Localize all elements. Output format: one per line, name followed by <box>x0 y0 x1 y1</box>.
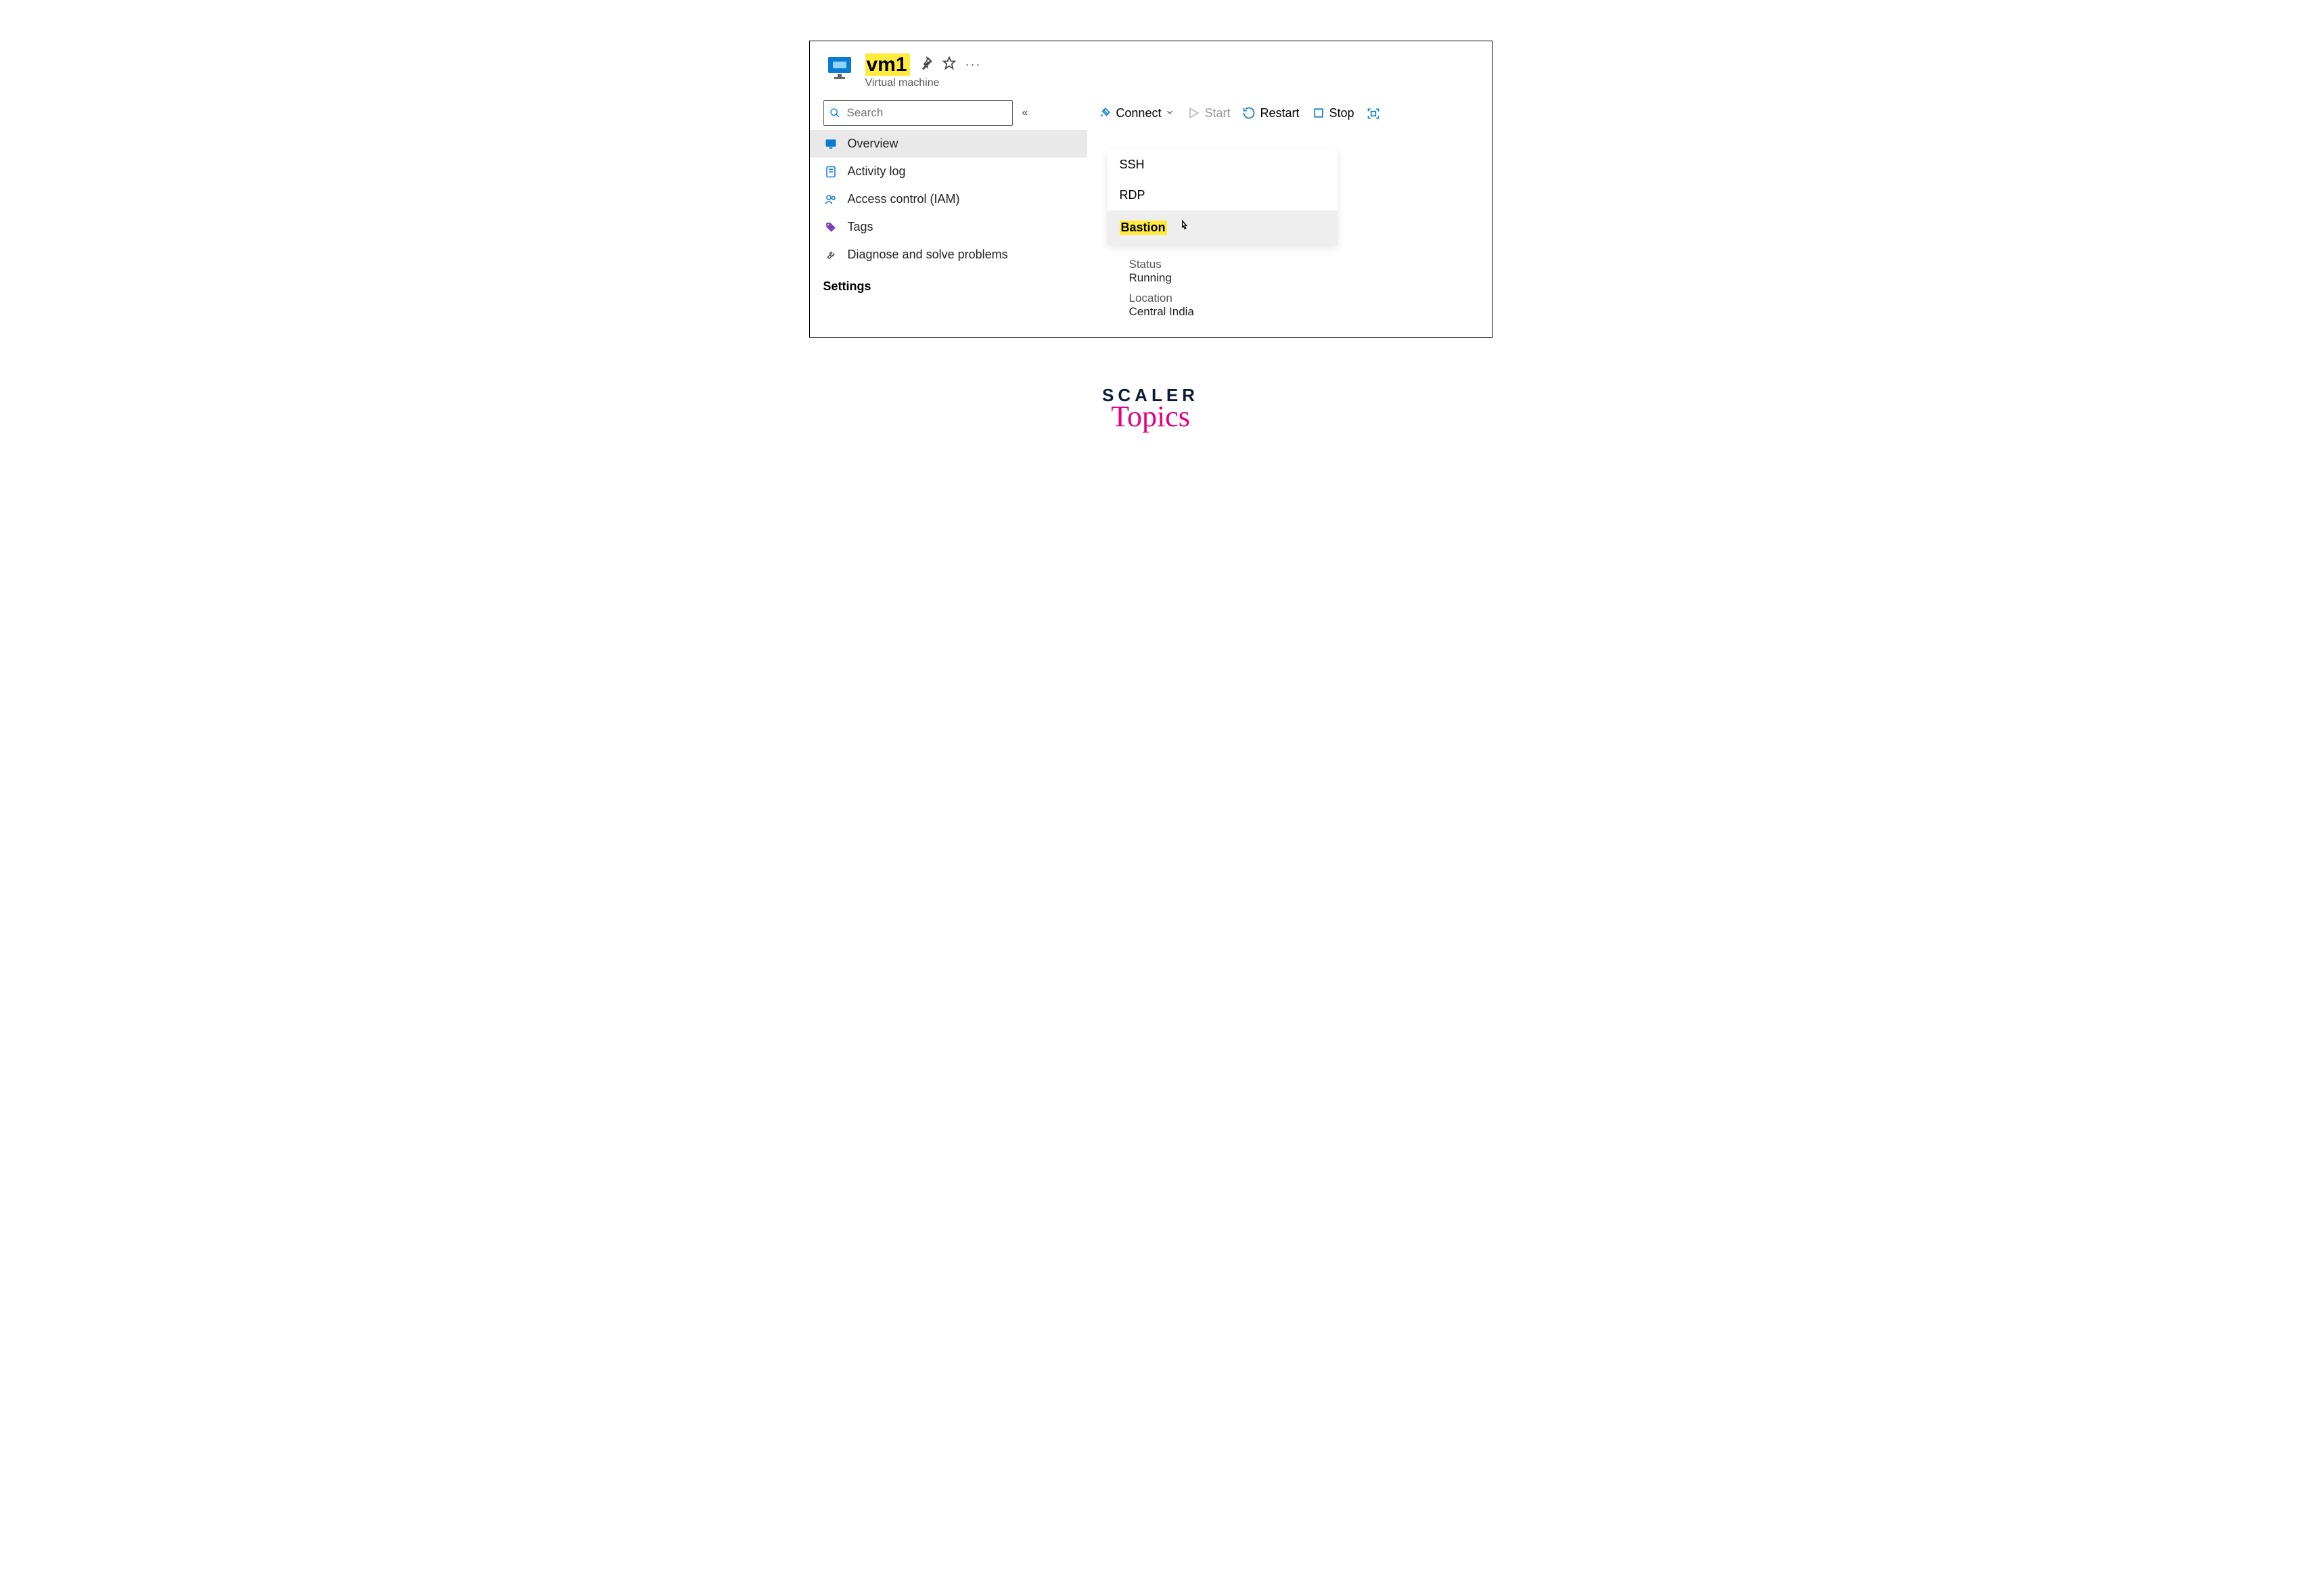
wrench-icon <box>823 249 838 261</box>
nav-tags[interactable]: Tags <box>810 213 1087 241</box>
pin-icon[interactable] <box>919 56 933 73</box>
status-value: Running <box>1129 271 1194 285</box>
connect-icon <box>1098 106 1112 120</box>
connect-option-ssh[interactable]: SSH <box>1108 150 1338 180</box>
connect-button[interactable]: Connect <box>1098 106 1175 120</box>
restart-icon <box>1242 106 1256 120</box>
capture-icon <box>1367 106 1380 120</box>
nav-overview[interactable]: Overview <box>810 130 1087 158</box>
rdp-label: RDP <box>1120 188 1145 202</box>
search-toolbar-row: « Connect Start <box>810 93 1492 126</box>
nav-activity-label: Activity log <box>848 164 906 179</box>
nav-diagnose[interactable]: Diagnose and solve problems <box>810 241 1087 269</box>
nav-tags-label: Tags <box>848 220 873 234</box>
footer-logo: SCALER Topics <box>1102 385 1199 434</box>
tag-icon <box>823 221 838 233</box>
chevron-down-icon <box>1165 106 1175 120</box>
play-icon <box>1187 106 1200 120</box>
logo-topics: Topics <box>1102 399 1199 434</box>
status-label: Status <box>1129 258 1194 271</box>
nav-iam-label: Access control (IAM) <box>848 192 960 206</box>
connect-option-bastion[interactable]: Bastion <box>1108 210 1338 245</box>
nav-section-settings: Settings <box>810 269 1087 296</box>
restart-button[interactable]: Restart <box>1242 106 1299 120</box>
pointer-cursor-icon <box>1178 219 1191 237</box>
nav-overview-label: Overview <box>848 137 898 151</box>
search-icon <box>829 108 840 118</box>
nav-activity-log[interactable]: Activity log <box>810 158 1087 185</box>
log-icon <box>823 166 838 178</box>
title-row: vm1 ··· <box>865 53 982 76</box>
bastion-label: Bastion <box>1120 221 1167 235</box>
location-label: Location <box>1129 292 1194 305</box>
nav-access-control[interactable]: Access control (IAM) <box>810 185 1087 213</box>
vm-blade-panel: vm1 ··· Virtual machine <box>809 41 1493 338</box>
capture-button[interactable] <box>1367 106 1380 120</box>
search-box[interactable] <box>823 100 1013 126</box>
stop-label: Stop <box>1329 106 1354 120</box>
connect-label: Connect <box>1116 106 1161 120</box>
search-input[interactable] <box>846 106 1007 120</box>
favorite-star-icon[interactable] <box>942 56 956 73</box>
monitor-icon <box>823 138 838 150</box>
nav-diagnose-label: Diagnose and solve problems <box>848 248 1008 262</box>
connect-dropdown: SSH RDP Bastion <box>1108 150 1338 245</box>
location-value: Central India <box>1129 305 1194 319</box>
stop-icon <box>1312 106 1325 120</box>
start-button[interactable]: Start <box>1187 106 1230 120</box>
sidebar-nav: Overview Activity log Access control (IA… <box>810 126 1087 296</box>
collapse-sidebar-icon[interactable]: « <box>1018 107 1032 119</box>
resource-type-label: Virtual machine <box>865 77 982 89</box>
essentials-block: Status Running Location Central India <box>1129 258 1194 325</box>
people-icon <box>823 193 838 206</box>
header-row: vm1 ··· Virtual machine <box>810 41 1492 93</box>
restart-label: Restart <box>1260 106 1299 120</box>
connect-option-rdp[interactable]: RDP <box>1108 180 1338 210</box>
stop-button[interactable]: Stop <box>1312 106 1354 120</box>
resource-title: vm1 <box>865 53 910 76</box>
ssh-label: SSH <box>1120 158 1145 172</box>
vm-icon <box>823 53 856 81</box>
start-label: Start <box>1204 106 1230 120</box>
title-column: vm1 ··· Virtual machine <box>865 53 982 89</box>
command-bar: Connect Start Restart <box>1098 106 1380 120</box>
more-icon[interactable]: ··· <box>965 58 982 72</box>
